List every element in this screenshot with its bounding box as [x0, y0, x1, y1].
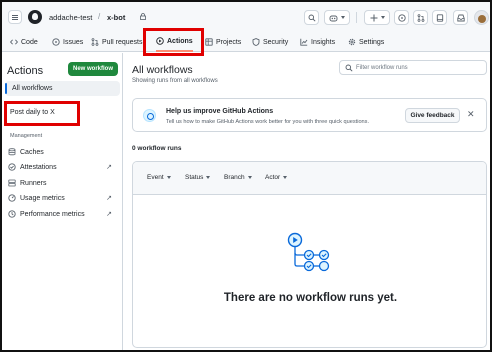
- workflow-runs-count: 0 workflow runs: [132, 145, 182, 152]
- tab-label: Issues: [63, 38, 84, 46]
- sidebar-item-all-workflows[interactable]: All workflows: [5, 81, 120, 96]
- avatar[interactable]: [474, 10, 489, 25]
- tab-label: Code: [21, 38, 38, 46]
- shield-icon: [252, 38, 260, 46]
- sidebar-item-label: Usage metrics: [20, 194, 65, 202]
- verified-icon: [8, 163, 16, 171]
- top-header: addache-test / x-bot: [2, 2, 490, 32]
- copilot-icon[interactable]: [324, 10, 350, 25]
- tab-label: Projects: [216, 38, 242, 46]
- sidebar-item-performance-metrics[interactable]: Performance metrics ↗: [8, 208, 118, 220]
- sidebar-item-label: Performance metrics: [20, 210, 85, 218]
- divider: [356, 12, 357, 23]
- sidebar-item-attestations[interactable]: Attestations ↗: [8, 161, 118, 173]
- filter-label: Event: [147, 174, 164, 181]
- create-new-icon[interactable]: [364, 10, 390, 25]
- chevron-down-icon: [283, 176, 288, 179]
- banner-text: Tell us how to make GitHub Actions work …: [166, 119, 370, 125]
- search-icon: [345, 64, 353, 72]
- sidebar-title: Actions: [7, 65, 44, 77]
- sidebar-item-label: Attestations: [20, 163, 57, 171]
- workflow-empty-state-icon: [287, 232, 330, 272]
- chevron-down-icon: [166, 176, 171, 179]
- tab-settings[interactable]: Settings: [348, 32, 384, 52]
- page-title: All workflows: [132, 64, 193, 76]
- event-filter-dropdown[interactable]: Event: [147, 174, 171, 181]
- filter-runs-input[interactable]: Filter workflow runs: [339, 60, 487, 75]
- pull-requests-icon[interactable]: [413, 10, 428, 25]
- runs-filter-bar: Event Status Branch Actor: [133, 162, 486, 195]
- pull-request-icon: [91, 38, 99, 46]
- lock-icon: [140, 13, 146, 20]
- issues-icon[interactable]: [394, 10, 409, 25]
- graph-icon: [300, 38, 308, 46]
- filter-label: Branch: [224, 174, 245, 181]
- actions-sidebar: Actions New workflow All workflows Post …: [2, 53, 123, 350]
- sidebar-item-usage-metrics[interactable]: Usage metrics ↗: [8, 192, 118, 204]
- tab-security[interactable]: Security: [252, 32, 288, 52]
- chevron-down-icon: [247, 176, 252, 179]
- tab-code[interactable]: Code: [10, 32, 38, 52]
- repo-owner-link[interactable]: addache-test: [49, 13, 92, 22]
- sidebar-item-label: Caches: [20, 148, 44, 156]
- sidebar-item-label: All workflows: [12, 85, 53, 92]
- database-icon: [8, 148, 16, 156]
- meter-icon: [8, 194, 16, 202]
- close-icon[interactable]: ✕: [467, 109, 475, 120]
- external-link-icon: ↗: [106, 164, 112, 171]
- branch-filter-dropdown[interactable]: Branch: [224, 174, 252, 181]
- tab-label: Insights: [311, 38, 336, 46]
- filter-label: Actor: [265, 174, 281, 181]
- status-filter-dropdown[interactable]: Status: [185, 174, 211, 181]
- menu-icon[interactable]: [8, 10, 22, 24]
- filter-label: Status: [185, 174, 204, 181]
- inbox-icon[interactable]: [453, 10, 468, 25]
- highlight-box-workflow: [4, 101, 80, 126]
- gear-icon: [348, 38, 356, 46]
- tab-projects[interactable]: Projects: [205, 32, 241, 52]
- repo-tab-nav: Code Issues Pull requests Actions Projec…: [2, 32, 490, 52]
- sidebar-item-runners[interactable]: Runners: [8, 177, 118, 189]
- workflow-runs-panel: Event Status Branch Actor There are no w…: [132, 161, 487, 348]
- new-workflow-button[interactable]: New workflow: [68, 62, 118, 76]
- sidebar-item-label: Runners: [20, 179, 47, 187]
- page-subtitle: Showing runs from all workflows: [132, 78, 218, 84]
- tab-insights[interactable]: Insights: [300, 32, 335, 52]
- chevron-down-icon: [206, 176, 211, 179]
- github-logo-icon[interactable]: [28, 10, 42, 24]
- tab-label: Settings: [359, 38, 385, 46]
- code-icon: [10, 39, 18, 45]
- management-heading: Management: [10, 133, 43, 139]
- chevron-down-icon: [380, 16, 385, 19]
- server-icon: [8, 179, 16, 187]
- filter-placeholder: Filter workflow runs: [356, 64, 408, 71]
- tab-issues[interactable]: Issues: [52, 32, 83, 52]
- tab-label: Security: [263, 38, 289, 46]
- repo-name-link[interactable]: x-bot: [107, 13, 125, 22]
- chevron-down-icon: [341, 16, 345, 19]
- table-icon: [205, 38, 213, 46]
- path-separator: /: [98, 12, 101, 21]
- banner-title: Help us improve GitHub Actions: [166, 108, 274, 115]
- highlight-box-actions-tab: [143, 28, 204, 56]
- sidebar-item-caches[interactable]: Caches: [8, 146, 118, 158]
- give-feedback-button[interactable]: Give feedback: [405, 108, 460, 123]
- feedback-banner: Help us improve GitHub Actions Tell us h…: [132, 98, 487, 132]
- pulse-icon: [8, 210, 16, 218]
- issue-icon: [52, 38, 60, 46]
- external-link-icon: ↗: [106, 195, 112, 202]
- actor-filter-dropdown[interactable]: Actor: [265, 174, 288, 181]
- actions-target-icon: [143, 109, 156, 122]
- external-link-icon: ↗: [106, 211, 112, 218]
- repositories-icon[interactable]: [432, 10, 447, 25]
- empty-state-message: There are no workflow runs yet.: [223, 292, 398, 304]
- search-icon[interactable]: [304, 10, 319, 25]
